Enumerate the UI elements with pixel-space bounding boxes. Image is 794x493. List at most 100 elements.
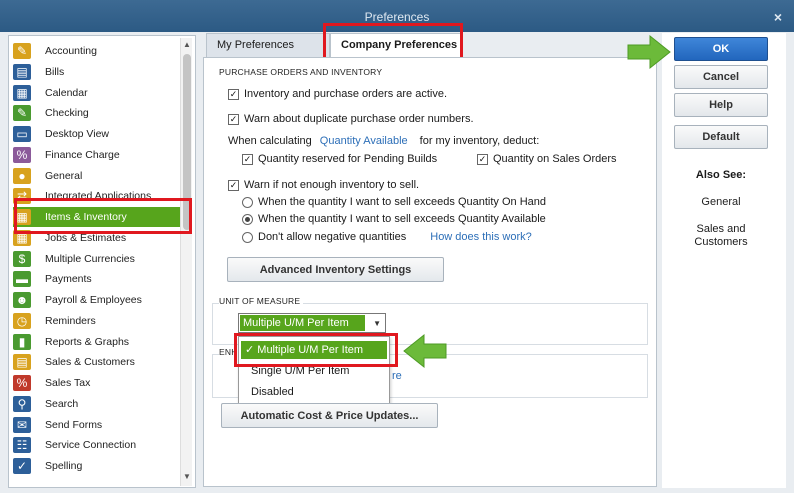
advanced-inventory-settings-button[interactable]: Advanced Inventory Settings bbox=[227, 257, 444, 282]
opt-available-radio[interactable] bbox=[242, 213, 253, 225]
search-icon: ⚲ bbox=[13, 395, 31, 412]
opt-no-negative-row[interactable]: Don't allow negative quantities How does… bbox=[242, 231, 532, 243]
checking-icon: ✎ bbox=[13, 105, 31, 122]
qty-sales-orders-label: Quantity on Sales Orders bbox=[493, 153, 617, 165]
right-button-column: OK Cancel Help Default Also See: General… bbox=[662, 33, 786, 488]
warn-duplicate-row[interactable]: ✓ Warn about duplicate purchase order nu… bbox=[228, 113, 474, 125]
also-see-heading: Also See: bbox=[695, 169, 747, 181]
highlight-uom-option bbox=[234, 333, 398, 367]
also-see-sales-customers-link[interactable]: Sales and Customers bbox=[662, 223, 780, 249]
general-icon: ● bbox=[13, 167, 31, 184]
sidebar-item-label: Payments bbox=[45, 273, 92, 286]
uom-section-title: UNIT OF MEASURE bbox=[219, 296, 304, 306]
arrow-to-uom-option-icon bbox=[403, 333, 447, 369]
sidebar-item-sales-customers[interactable]: ▤ Sales & Customers bbox=[13, 352, 183, 372]
sidebar-item-search[interactable]: ⚲ Search bbox=[13, 394, 183, 414]
sidebar-item-label: Calendar bbox=[45, 86, 88, 99]
opt-on-hand-radio[interactable] bbox=[242, 196, 253, 208]
how-does-this-work-link[interactable]: How does this work? bbox=[430, 231, 532, 243]
accounting-icon: ✎ bbox=[13, 43, 31, 59]
warn-duplicate-checkbox[interactable]: ✓ bbox=[228, 113, 239, 125]
cancel-button[interactable]: Cancel bbox=[674, 65, 768, 89]
when-calculating-label: When calculating bbox=[228, 135, 312, 147]
reports-graphs-icon: ▮ bbox=[13, 333, 31, 350]
sidebar-item-bills[interactable]: ▤ Bills bbox=[13, 62, 183, 82]
bills-icon: ▤ bbox=[13, 63, 31, 80]
opt-available-row[interactable]: When the quantity I want to sell exceeds… bbox=[242, 213, 546, 225]
sidebar-item-reminders[interactable]: ◷ Reminders bbox=[13, 311, 183, 331]
sidebar-item-service-connection[interactable]: ☷ Service Connection bbox=[13, 435, 183, 455]
scroll-up-icon[interactable]: ▲ bbox=[181, 40, 193, 52]
uom-option-disabled[interactable]: Disabled bbox=[251, 386, 294, 398]
inventory-po-active-row[interactable]: ✓ Inventory and purchase orders are acti… bbox=[228, 88, 447, 100]
qty-sales-orders-row[interactable]: ✓ Quantity on Sales Orders bbox=[477, 153, 617, 165]
sidebar-item-send-forms[interactable]: ✉ Send Forms bbox=[13, 415, 183, 435]
finance-charge-icon: % bbox=[13, 146, 31, 163]
sidebar-item-label: Accounting bbox=[45, 45, 97, 57]
sidebar-item-label: Multiple Currencies bbox=[45, 252, 135, 265]
sidebar-item-payments[interactable]: ▬ Payments bbox=[13, 269, 183, 289]
sidebar-item-label: General bbox=[45, 169, 83, 182]
ok-button[interactable]: OK bbox=[674, 37, 768, 61]
sidebar-item-sales-tax[interactable]: % Sales Tax bbox=[13, 373, 183, 393]
inventory-po-active-checkbox[interactable]: ✓ bbox=[228, 88, 239, 100]
when-calculating-row: When calculating Quantity Available for … bbox=[228, 135, 539, 147]
sidebar-item-multiple-currencies[interactable]: $ Multiple Currencies bbox=[13, 249, 183, 269]
send-forms-icon: ✉ bbox=[13, 416, 31, 433]
enhanced-link-partial[interactable]: re bbox=[392, 370, 402, 382]
uom-dropdown[interactable]: Multiple U/M Per Item ▼ bbox=[238, 313, 386, 333]
sidebar-item-reports-graphs[interactable]: ▮ Reports & Graphs bbox=[13, 332, 183, 352]
scroll-down-icon[interactable]: ▼ bbox=[181, 472, 193, 484]
payroll-employees-icon: ☻ bbox=[13, 292, 31, 308]
sidebar-item-checking[interactable]: ✎ Checking bbox=[13, 103, 183, 123]
sidebar-item-label: Finance Charge bbox=[45, 148, 120, 161]
uom-dropdown-value: Multiple U/M Per Item bbox=[240, 315, 365, 331]
sidebar-item-calendar[interactable]: ▦ Calendar bbox=[13, 83, 183, 103]
window-title: Preferences bbox=[364, 10, 430, 24]
qty-sales-orders-checkbox[interactable]: ✓ bbox=[477, 153, 488, 165]
warn-not-enough-label: Warn if not enough inventory to sell. bbox=[244, 179, 420, 191]
inventory-po-active-label: Inventory and purchase orders are active… bbox=[244, 88, 448, 100]
sidebar-item-label: Bills bbox=[45, 65, 65, 78]
sidebar-item-general[interactable]: ● General bbox=[13, 166, 183, 186]
sidebar-item-desktop-view[interactable]: ▭ Desktop View bbox=[13, 124, 183, 144]
sidebar-item-label: Reports & Graphs bbox=[45, 335, 130, 348]
spelling-icon: ✓ bbox=[13, 458, 31, 474]
opt-on-hand-row[interactable]: When the quantity I want to sell exceeds… bbox=[242, 196, 546, 208]
sidebar-item-label: Spelling bbox=[45, 460, 83, 472]
sidebar-item-accounting[interactable]: ✎ Accounting bbox=[13, 41, 183, 61]
default-button[interactable]: Default bbox=[674, 125, 768, 149]
sidebar-item-spelling[interactable]: ✓ Spelling bbox=[13, 456, 183, 476]
opt-available-label: When the quantity I want to sell exceeds… bbox=[258, 213, 546, 225]
arrow-to-ok-icon bbox=[627, 34, 671, 70]
highlight-items-inventory bbox=[14, 198, 192, 234]
automatic-cost-price-updates-button[interactable]: Automatic Cost & Price Updates... bbox=[221, 403, 438, 428]
purchase-section-title: PURCHASE ORDERS AND INVENTORY bbox=[219, 67, 383, 77]
opt-on-hand-label: When the quantity I want to sell exceeds… bbox=[258, 196, 546, 208]
qty-reserved-checkbox[interactable]: ✓ bbox=[242, 153, 253, 165]
sidebar-item-payroll-employees[interactable]: ☻ Payroll & Employees bbox=[13, 290, 183, 310]
tab-my-preferences[interactable]: My Preferences bbox=[206, 33, 330, 57]
calendar-icon: ▦ bbox=[13, 84, 31, 101]
opt-no-negative-radio[interactable] bbox=[242, 231, 253, 243]
warn-not-enough-checkbox[interactable]: ✓ bbox=[228, 179, 239, 191]
sidebar-item-label: Reminders bbox=[45, 314, 96, 327]
warn-duplicate-label: Warn about duplicate purchase order numb… bbox=[244, 113, 474, 125]
for-inventory-deduct-label: for my inventory, deduct: bbox=[419, 135, 540, 147]
tab-my-label: My Preferences bbox=[217, 39, 295, 51]
payments-icon: ▬ bbox=[13, 271, 31, 288]
qty-reserved-row[interactable]: ✓ Quantity reserved for Pending Builds bbox=[242, 153, 437, 165]
close-icon[interactable]: × bbox=[774, 9, 782, 25]
also-see-general-link[interactable]: General bbox=[662, 196, 780, 208]
warn-not-enough-row[interactable]: ✓ Warn if not enough inventory to sell. bbox=[228, 179, 419, 191]
preferences-category-list: ✎ Accounting ▤ Bills ▦ Calendar ✎ Checking ▭ Desk… bbox=[8, 35, 196, 488]
sales-tax-icon: % bbox=[13, 375, 31, 391]
chevron-down-icon[interactable]: ▼ bbox=[373, 319, 381, 328]
quantity-available-link[interactable]: Quantity Available bbox=[320, 135, 408, 147]
sidebar-item-finance-charge[interactable]: % Finance Charge bbox=[13, 145, 183, 165]
sidebar-item-label: Payroll & Employees bbox=[45, 294, 142, 306]
help-button[interactable]: Help bbox=[674, 93, 768, 117]
multiple-currencies-icon: $ bbox=[13, 250, 31, 267]
service-connection-icon: ☷ bbox=[13, 437, 31, 454]
sidebar-scrollbar[interactable]: ▲ ▼ bbox=[180, 38, 192, 486]
